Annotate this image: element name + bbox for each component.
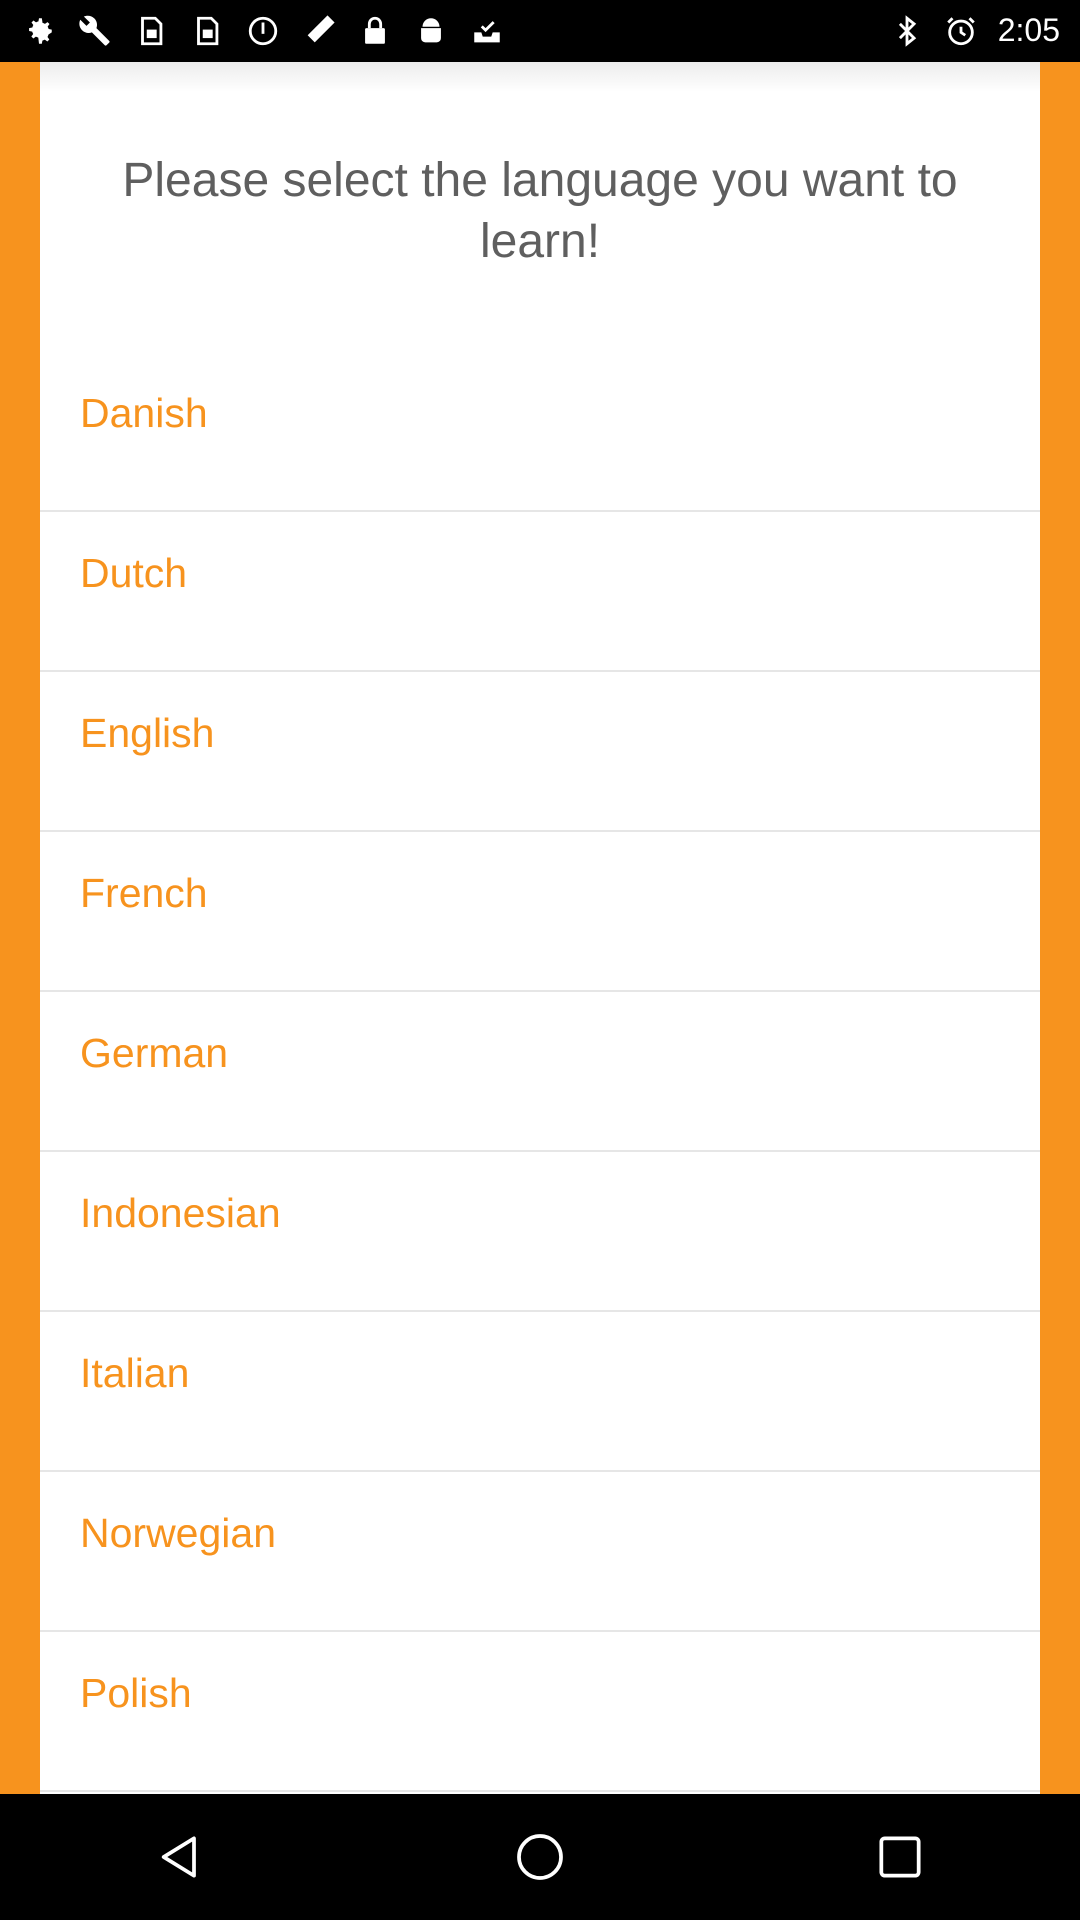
language-label: Dutch [80, 549, 188, 596]
navigation-bar [0, 1794, 1080, 1920]
sim-icon [141, 16, 163, 46]
check-inbox-icon [474, 21, 500, 43]
language-option-italian[interactable]: Italian [40, 1312, 1040, 1472]
language-option-indonesian[interactable]: Indonesian [40, 1152, 1040, 1312]
recents-icon [879, 1836, 921, 1878]
language-label: French [80, 869, 208, 916]
language-option-dutch[interactable]: Dutch [40, 512, 1040, 672]
circle-icon [248, 16, 278, 46]
language-option-english[interactable]: English [40, 672, 1040, 832]
language-label: German [80, 1029, 229, 1076]
language-option-danish[interactable]: Danish [40, 352, 1040, 512]
language-option-german[interactable]: German [40, 992, 1040, 1152]
language-label: Norwegian [80, 1509, 276, 1556]
language-option-polish[interactable]: Polish [40, 1632, 1040, 1792]
language-option-french[interactable]: French [40, 832, 1040, 992]
sim-icon [197, 16, 219, 46]
back-button[interactable] [140, 1817, 220, 1897]
language-option-norwegian[interactable]: Norwegian [40, 1472, 1040, 1632]
satellite-icon [307, 15, 335, 43]
system-icons: 2:05 [890, 12, 1060, 49]
dialog-top-shadow [40, 62, 1040, 92]
lock-icon [365, 16, 385, 44]
alarm-icon [946, 16, 975, 45]
bluetooth-icon [898, 14, 916, 47]
home-button[interactable] [500, 1817, 580, 1897]
language-label: Indonesian [80, 1189, 281, 1236]
settings-icon [29, 18, 52, 44]
home-icon [517, 1834, 563, 1880]
clock: 2:05 [997, 12, 1060, 48]
language-label: Polish [80, 1669, 192, 1716]
recents-button[interactable] [860, 1817, 940, 1897]
back-icon [161, 1836, 196, 1878]
language-label: Danish [80, 389, 208, 436]
language-list: Danish Dutch English French German Indon… [40, 352, 1040, 1792]
language-label: English [80, 709, 215, 756]
wrench-icon [79, 15, 110, 46]
android-icon [421, 18, 441, 43]
language-label: Italian [80, 1349, 190, 1396]
language-dialog: Please select the language you want to l… [40, 62, 1040, 1794]
prompt-title: Please select the language you want to l… [122, 154, 958, 268]
status-bar: 2:05 [0, 0, 1080, 62]
notification-icons [22, 14, 504, 48]
